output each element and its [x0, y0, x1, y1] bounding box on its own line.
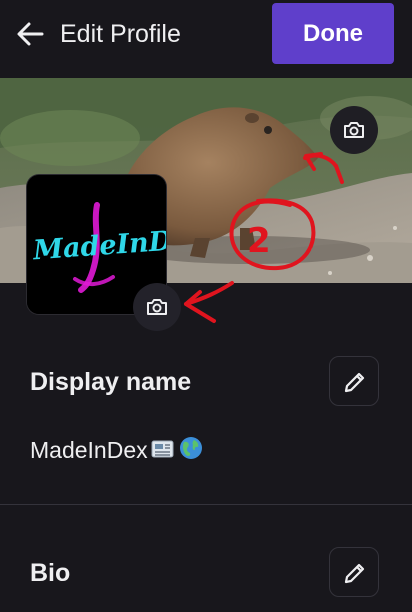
globe-emoji: [179, 437, 202, 459]
top-app-bar: Edit Profile Done: [0, 0, 412, 78]
change-banner-button[interactable]: [330, 106, 378, 154]
change-avatar-button[interactable]: [133, 283, 181, 331]
bio-label: Bio: [30, 559, 71, 587]
pencil-icon: [344, 372, 365, 393]
section-divider: [0, 504, 412, 505]
page-title: Edit Profile: [60, 20, 181, 48]
display-name-text: MadeInDex: [30, 437, 148, 463]
camera-icon: [344, 122, 364, 138]
camera-icon: [147, 299, 167, 315]
display-name-label: Display name: [30, 368, 192, 396]
newspaper-emoji: [151, 440, 174, 458]
display-name-value: MadeInDex: [30, 435, 204, 464]
done-button[interactable]: Done: [272, 3, 394, 64]
arrow-left-icon: [17, 22, 44, 46]
pencil-icon: [344, 563, 365, 584]
edit-bio-button[interactable]: [329, 547, 379, 597]
edit-display-name-button[interactable]: [329, 356, 379, 406]
back-button[interactable]: [14, 18, 46, 50]
